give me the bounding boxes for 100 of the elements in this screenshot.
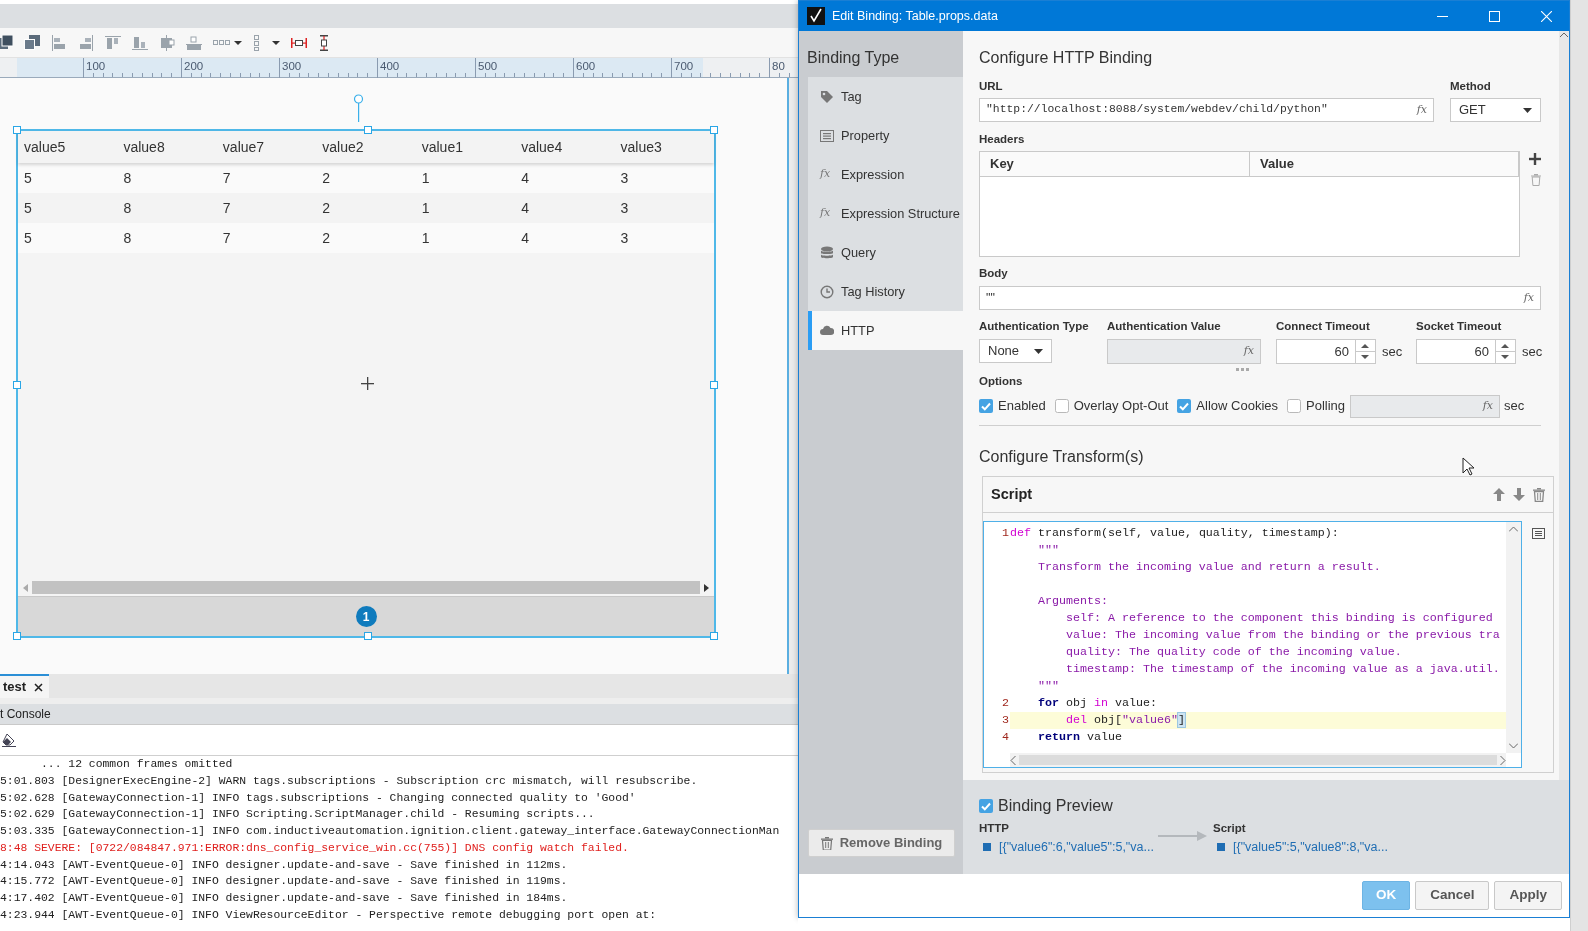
checkbox-label: Overlay Opt-Out — [1073, 397, 1169, 416]
stepper-arrows[interactable] — [1355, 340, 1375, 363]
match-height-icon[interactable] — [318, 34, 330, 51]
checkbox[interactable] — [1287, 399, 1301, 413]
dialog-button[interactable]: Cancel — [1415, 881, 1490, 910]
sidebar-item[interactable]: Tag — [808, 77, 963, 116]
eraser-icon[interactable] — [2, 733, 16, 747]
number-input[interactable]: 60 — [1417, 341, 1495, 362]
scroll-up-icon[interactable] — [1509, 526, 1518, 532]
close-icon[interactable] — [34, 682, 44, 692]
table-cell-text: 3 — [619, 169, 630, 188]
trash-icon[interactable] — [1533, 487, 1545, 502]
table-cell-text: 5 — [23, 229, 33, 248]
resize-handle[interactable] — [710, 381, 718, 389]
scroll-left-icon[interactable] — [1010, 755, 1016, 765]
resize-handle[interactable] — [710, 632, 718, 640]
unit-label: sec — [1382, 342, 1403, 361]
table-component[interactable]: value5 value8 value7 value2 value1 value4 value3 5 8 7 2 1 4 3 5 8 7 2 1 4 3 5 8 7 2 1 4 3 1 — [16, 129, 716, 638]
sidebar-item[interactable]: fx Expression Structure — [808, 194, 963, 233]
send-to-back-icon[interactable] — [24, 34, 40, 51]
fx-button[interactable]: fx — [1523, 289, 1534, 307]
scrollbar[interactable] — [1559, 31, 1569, 780]
distribute-vertical-icon[interactable] — [253, 34, 261, 51]
item-label: Property — [841, 126, 890, 145]
console-line: ... 12 common frames omitted — [40, 757, 234, 772]
field-label: Body — [979, 266, 1009, 280]
resize-handle[interactable] — [364, 632, 372, 640]
url-field[interactable]: "http://localhost:8088/system/webdev/child/python" fx — [979, 98, 1434, 122]
unit-label: sec — [1504, 397, 1525, 416]
column-header[interactable]: value8 — [117, 131, 217, 163]
table-cell-text: 8 — [122, 229, 133, 248]
add-icon[interactable] — [1529, 153, 1541, 165]
method-dropdown[interactable]: GET — [1450, 98, 1541, 122]
scroll-down-icon[interactable] — [1509, 743, 1518, 749]
table-cell-text: 4 — [520, 229, 530, 248]
auth-type-dropdown[interactable]: None — [979, 339, 1052, 363]
move-down-icon[interactable] — [1513, 488, 1525, 501]
stepper-arrows[interactable] — [1495, 340, 1515, 363]
socket-timeout-field[interactable]: 60 — [1416, 339, 1516, 364]
sidebar-item[interactable]: Query — [808, 233, 963, 272]
line-number: 4 — [1001, 729, 1010, 746]
clock-icon — [820, 284, 834, 299]
move-up-icon[interactable] — [1493, 488, 1505, 501]
checkbox[interactable] — [979, 799, 993, 813]
trash-icon[interactable] — [1531, 174, 1541, 186]
align-left-icon[interactable] — [51, 34, 67, 51]
scrollbar-thumb[interactable] — [32, 581, 700, 594]
column-header[interactable]: value3 — [614, 131, 714, 163]
table-cell-text: 3 — [619, 199, 630, 218]
code-editor[interactable] — [983, 521, 1522, 768]
remove-binding-button[interactable]: Remove Binding — [808, 829, 955, 857]
resize-handle[interactable] — [13, 632, 21, 640]
checkbox[interactable] — [1177, 399, 1192, 413]
column-header[interactable]: value7 — [216, 131, 317, 163]
align-right-icon[interactable] — [78, 34, 94, 51]
scroll-left-icon[interactable] — [22, 583, 28, 592]
resize-handle[interactable] — [13, 381, 21, 389]
code-line: def transform(self, value, quality, timestamp): — [1010, 525, 1340, 542]
console-line: 4:17.402 [AWT-EventQueue-0] INFO designer.update-and-save - Save finished in 184ms. — [0, 891, 569, 906]
align-top-icon[interactable] — [105, 34, 121, 51]
editor-tab[interactable]: test — [0, 674, 50, 698]
checkbox[interactable] — [1054, 399, 1069, 413]
column-header[interactable]: value4 — [515, 131, 615, 163]
rotation-handle[interactable] — [353, 94, 364, 122]
column-header[interactable]: value1 — [415, 131, 516, 163]
align-middle-icon[interactable] — [186, 34, 202, 51]
drag-grip-icon[interactable] — [1236, 367, 1249, 371]
align-center-icon[interactable] — [159, 34, 175, 51]
connect-timeout-field[interactable]: 60 — [1276, 339, 1376, 364]
scroll-up-icon — [1560, 31, 1568, 39]
resize-handle[interactable] — [13, 126, 21, 134]
field-label: Options — [979, 374, 1024, 388]
fx-button[interactable]: fx — [1416, 101, 1427, 119]
table-cell-text: 4 — [520, 199, 530, 218]
resize-handle[interactable] — [364, 126, 372, 134]
dialog-button[interactable]: Apply — [1494, 881, 1562, 910]
list-icon[interactable] — [1532, 528, 1545, 539]
body-field[interactable]: "" fx — [979, 286, 1541, 310]
tab-label: test — [3, 678, 27, 697]
close-icon — [1541, 10, 1552, 22]
table-cell-text: 5 — [23, 199, 33, 218]
sidebar-item[interactable]: Tag History — [808, 272, 963, 311]
column-header[interactable]: value2 — [316, 131, 416, 163]
checkbox[interactable] — [979, 399, 993, 413]
preview-value[interactable]: [{"value5":5,"value8":8,"va... — [1233, 838, 1388, 857]
sidebar-item[interactable]: Property — [808, 116, 963, 155]
number-input[interactable]: 60 — [1277, 341, 1355, 362]
resize-handle[interactable] — [710, 126, 718, 134]
sidebar-item[interactable]: fx Expression — [808, 155, 963, 194]
align-bottom-icon[interactable] — [132, 34, 148, 51]
column-header[interactable]: Key — [980, 152, 1250, 176]
scroll-right-icon[interactable] — [704, 583, 710, 592]
column-header[interactable]: Value — [1250, 152, 1519, 176]
preview-value[interactable]: [{"value6":6,"value5":5,"va... — [999, 838, 1154, 857]
column-header[interactable]: value5 — [18, 131, 118, 163]
bring-to-front-icon[interactable] — [0, 34, 13, 51]
stage-label: HTTP — [979, 821, 1011, 835]
sidebar-item[interactable]: HTTP — [808, 311, 963, 350]
code-line: Arguments: — [1036, 593, 1109, 610]
page-number[interactable]: 1 — [355, 606, 377, 627]
